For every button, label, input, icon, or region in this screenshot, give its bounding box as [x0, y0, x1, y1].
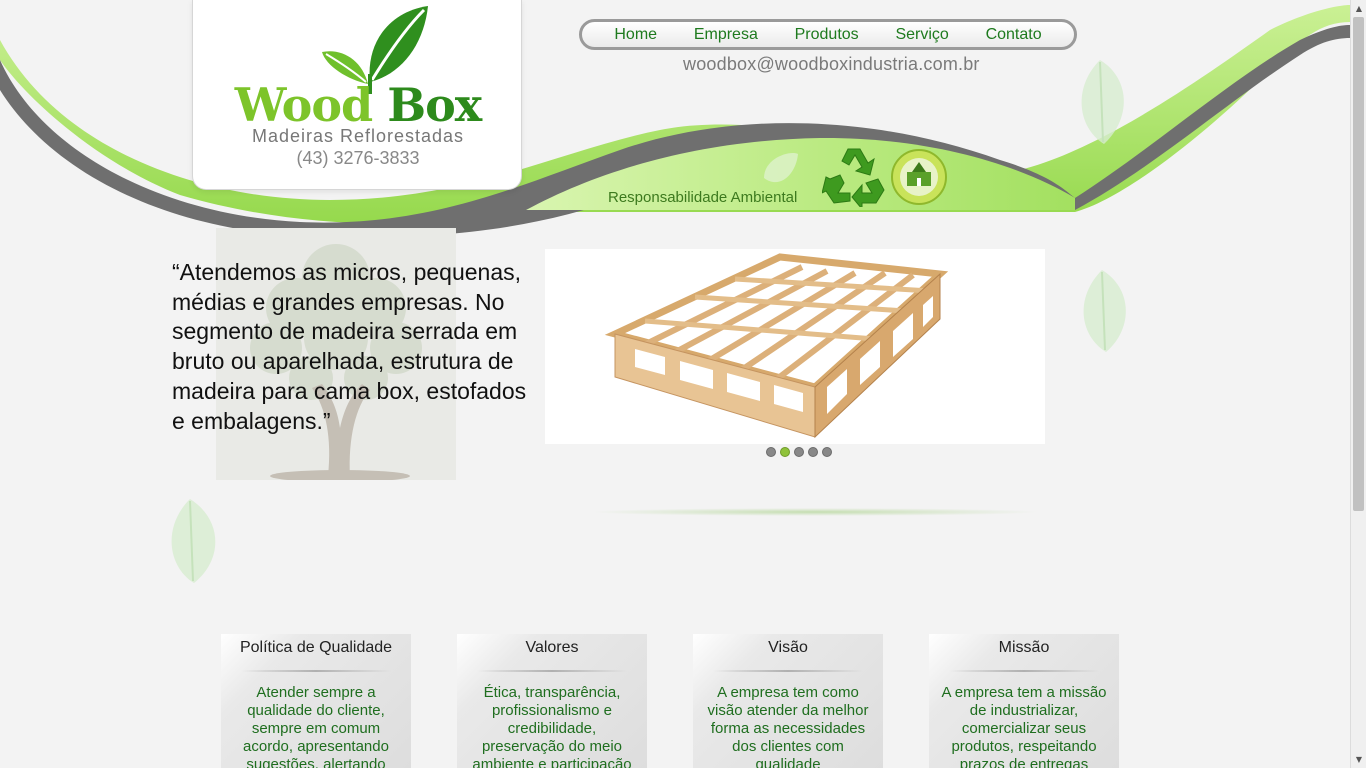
box-valores: Valores Ética, transparência, profission… [457, 634, 647, 768]
box-divider [949, 670, 1099, 672]
slider-dot-4[interactable] [808, 447, 818, 457]
logo-name: Wood Box [193, 78, 523, 132]
intro-quote: “Atendemos as micros, pequenas, médias e… [172, 259, 527, 434]
nav-home[interactable]: Home [614, 26, 657, 44]
box-politica-qualidade: Política de Qualidade Atender sempre a q… [221, 634, 411, 768]
box-missao: Missão A empresa tem a missão de industr… [929, 634, 1119, 768]
slider-dot-3[interactable] [794, 447, 804, 457]
box-title: Política de Qualidade [239, 639, 393, 656]
email-address[interactable]: woodbox@woodboxindustria.com.br [683, 54, 983, 75]
box-text: Atender sempre a qualidade do cliente, s… [243, 684, 389, 768]
responsibility-label[interactable]: Responsabilidade Ambiental [608, 189, 797, 206]
box-divider [713, 670, 863, 672]
phone-number: (43) 3276-3833 [296, 148, 420, 168]
bed-frame-image [545, 249, 1045, 444]
scroll-down-icon[interactable]: ▼ [1351, 751, 1366, 768]
box-text: Ética, transparência, profissionalismo e… [472, 684, 632, 768]
box-divider [241, 670, 391, 672]
nav-contato[interactable]: Contato [986, 26, 1042, 44]
logo-tagline: Madeiras Reflorestadas [251, 126, 465, 146]
logo[interactable]: Wood Box Madeiras Reflorestadas (43) 327… [192, 0, 522, 190]
logo-name-wood: Wood [234, 78, 373, 132]
slider-pagination [766, 447, 832, 457]
slider-dot-5[interactable] [822, 447, 832, 457]
decorative-leaf-icon [1081, 60, 1124, 144]
page-scrollbar[interactable]: ▲ ▼ [1350, 0, 1366, 768]
decorative-leaf-icon [171, 499, 216, 583]
main-nav: Home Empresa Produtos Serviço Contato [579, 19, 1077, 50]
scrollbar-thumb[interactable] [1353, 17, 1364, 511]
nav-empresa[interactable]: Empresa [694, 26, 758, 44]
scroll-up-icon[interactable]: ▲ [1351, 0, 1366, 17]
image-slider[interactable] [545, 249, 1045, 444]
logo-name-box: Box [387, 78, 482, 132]
box-visao: Visão A empresa tem como visão atender d… [693, 634, 883, 768]
slider-dot-1[interactable] [766, 447, 776, 457]
eco-globe-icon [891, 149, 947, 205]
decorative-leaf-icon [1083, 270, 1126, 352]
nav-servico[interactable]: Serviço [895, 26, 948, 44]
box-text: A empresa tem a missão de industrializar… [941, 684, 1107, 768]
box-divider [477, 670, 627, 672]
section-divider [590, 508, 1040, 516]
box-title: Valores [525, 639, 579, 656]
box-title: Missão [998, 639, 1050, 656]
nav-produtos[interactable]: Produtos [795, 26, 859, 44]
recycle-icon [822, 148, 885, 207]
slider-dot-2[interactable] [780, 447, 790, 457]
decorative-leaf-icon [764, 153, 798, 183]
box-text: A empresa tem como visão atender da melh… [707, 684, 869, 768]
box-title: Visão [768, 639, 808, 656]
